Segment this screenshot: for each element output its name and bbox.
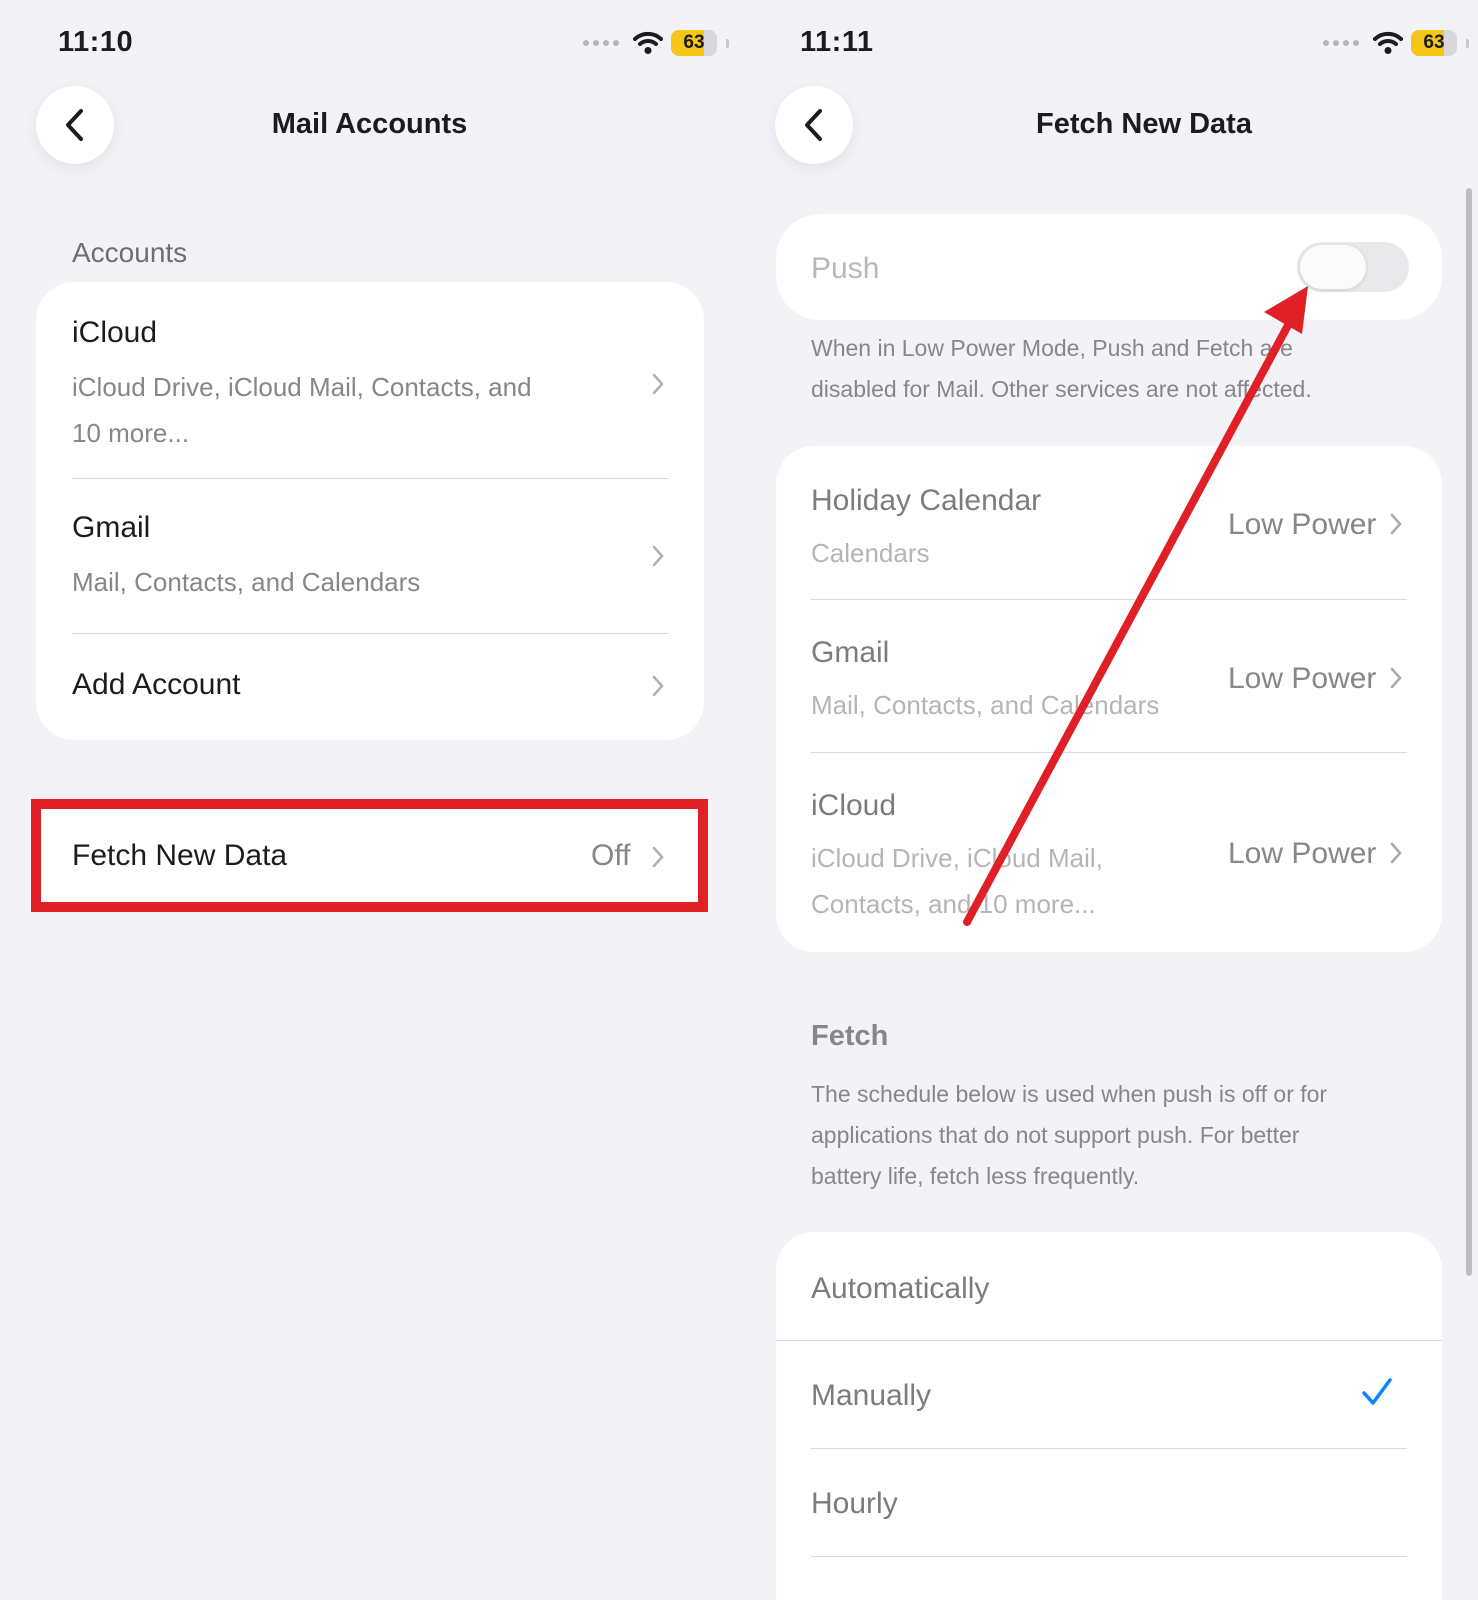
account-title: iCloud: [811, 789, 897, 822]
schedule-label: Hourly: [811, 1487, 898, 1520]
checkmark-icon: [1362, 1378, 1392, 1405]
fetch-header: Fetch: [811, 1020, 889, 1052]
page-title: Mail Accounts: [271, 108, 468, 140]
accounts-header: Accounts: [72, 237, 188, 268]
push-row: Push: [776, 214, 1442, 320]
fetch-mode-value: Low Power: [1228, 662, 1377, 695]
back-button[interactable]: [36, 86, 114, 164]
schedule-card: Automatically Manually Hourly: [776, 1232, 1442, 1600]
battery-icon: 63: [671, 30, 717, 56]
scrollbar[interactable]: [1466, 188, 1472, 1276]
back-button[interactable]: [775, 86, 853, 164]
battery-level: 63: [683, 32, 705, 53]
account-subtitle: Mail, Contacts, and Calendars: [811, 690, 1160, 720]
fetch-new-data-screen: 11:11 63 Fetch New Data Push When in Low…: [739, 0, 1478, 1600]
status-time: 11:11: [800, 26, 874, 58]
battery-icon: 63: [1411, 30, 1457, 56]
account-title: iCloud: [72, 316, 158, 349]
schedule-option-manually[interactable]: Manually: [776, 1341, 1442, 1448]
chevron-right-icon: [1390, 842, 1402, 864]
account-fetch-card: Holiday Calendar Calendars Low Power Gma…: [776, 446, 1442, 952]
chevron-right-icon: [1390, 667, 1402, 689]
schedule-label: Automatically: [811, 1272, 990, 1305]
push-toggle[interactable]: [1297, 242, 1409, 292]
cellular-signal-icon: [583, 40, 619, 46]
account-subtitle: iCloud Drive, iCloud Mail,: [811, 843, 1103, 873]
chevron-right-icon: [1390, 513, 1402, 535]
account-subtitle: Calendars: [811, 538, 930, 568]
page-title: Fetch New Data: [1036, 108, 1252, 140]
account-subtitle-more: 10 more...: [72, 418, 190, 448]
schedule-label: Manually: [811, 1379, 932, 1412]
fetch-note-2: applications that do not support push. F…: [811, 1122, 1300, 1148]
add-account-label: Add Account: [72, 668, 241, 701]
chevron-right-icon: [652, 675, 664, 697]
fetch-row-icloud[interactable]: iCloud iCloud Drive, iCloud Mail, Contac…: [776, 753, 1442, 952]
account-subtitle: iCloud Drive, iCloud Mail, Contacts, and: [72, 372, 532, 402]
status-time: 11:10: [58, 26, 134, 58]
chevron-left-icon: [66, 109, 83, 141]
account-row-icloud[interactable]: iCloud iCloud Drive, iCloud Mail, Contac…: [36, 282, 704, 478]
account-subtitle-more: Contacts, and 10 more...: [811, 889, 1096, 919]
chevron-left-icon: [805, 109, 822, 141]
chevron-right-icon: [652, 373, 664, 395]
push-label: Push: [811, 252, 880, 285]
fetch-mode-value: Low Power: [1228, 837, 1377, 870]
highlight-annotation-box: [31, 799, 708, 912]
fetch-row-holiday-calendar[interactable]: Holiday Calendar Calendars Low Power: [776, 446, 1442, 600]
accounts-card: iCloud iCloud Drive, iCloud Mail, Contac…: [36, 282, 704, 740]
schedule-option-hourly[interactable]: Hourly: [776, 1449, 1442, 1556]
wifi-icon: [633, 31, 663, 54]
account-subtitle: Mail, Contacts, and Calendars: [72, 567, 421, 597]
push-note-2: disabled for Mail. Other services are no…: [811, 376, 1312, 402]
status-icons: 63: [1323, 30, 1469, 56]
account-title: Gmail: [72, 511, 151, 544]
schedule-option-automatically[interactable]: Automatically: [776, 1232, 1442, 1340]
push-note: When in Low Power Mode, Push and Fetch a…: [811, 335, 1293, 361]
fetch-mode-value: Low Power: [1228, 508, 1377, 541]
battery-level: 63: [1423, 32, 1445, 53]
account-title: Holiday Calendar: [811, 484, 1042, 517]
chevron-right-icon: [652, 545, 664, 567]
fetch-note-3: battery life, fetch less frequently.: [811, 1163, 1140, 1189]
wifi-icon: [1373, 31, 1403, 54]
add-account-row[interactable]: Add Account: [36, 634, 704, 740]
fetch-row-gmail[interactable]: Gmail Mail, Contacts, and Calendars Low …: [776, 600, 1442, 753]
account-row-gmail[interactable]: Gmail Mail, Contacts, and Calendars: [36, 479, 704, 633]
fetch-note: The schedule below is used when push is …: [811, 1081, 1328, 1107]
cellular-signal-icon: [1323, 40, 1359, 46]
account-title: Gmail: [811, 636, 890, 669]
status-icons: 63: [583, 30, 729, 56]
